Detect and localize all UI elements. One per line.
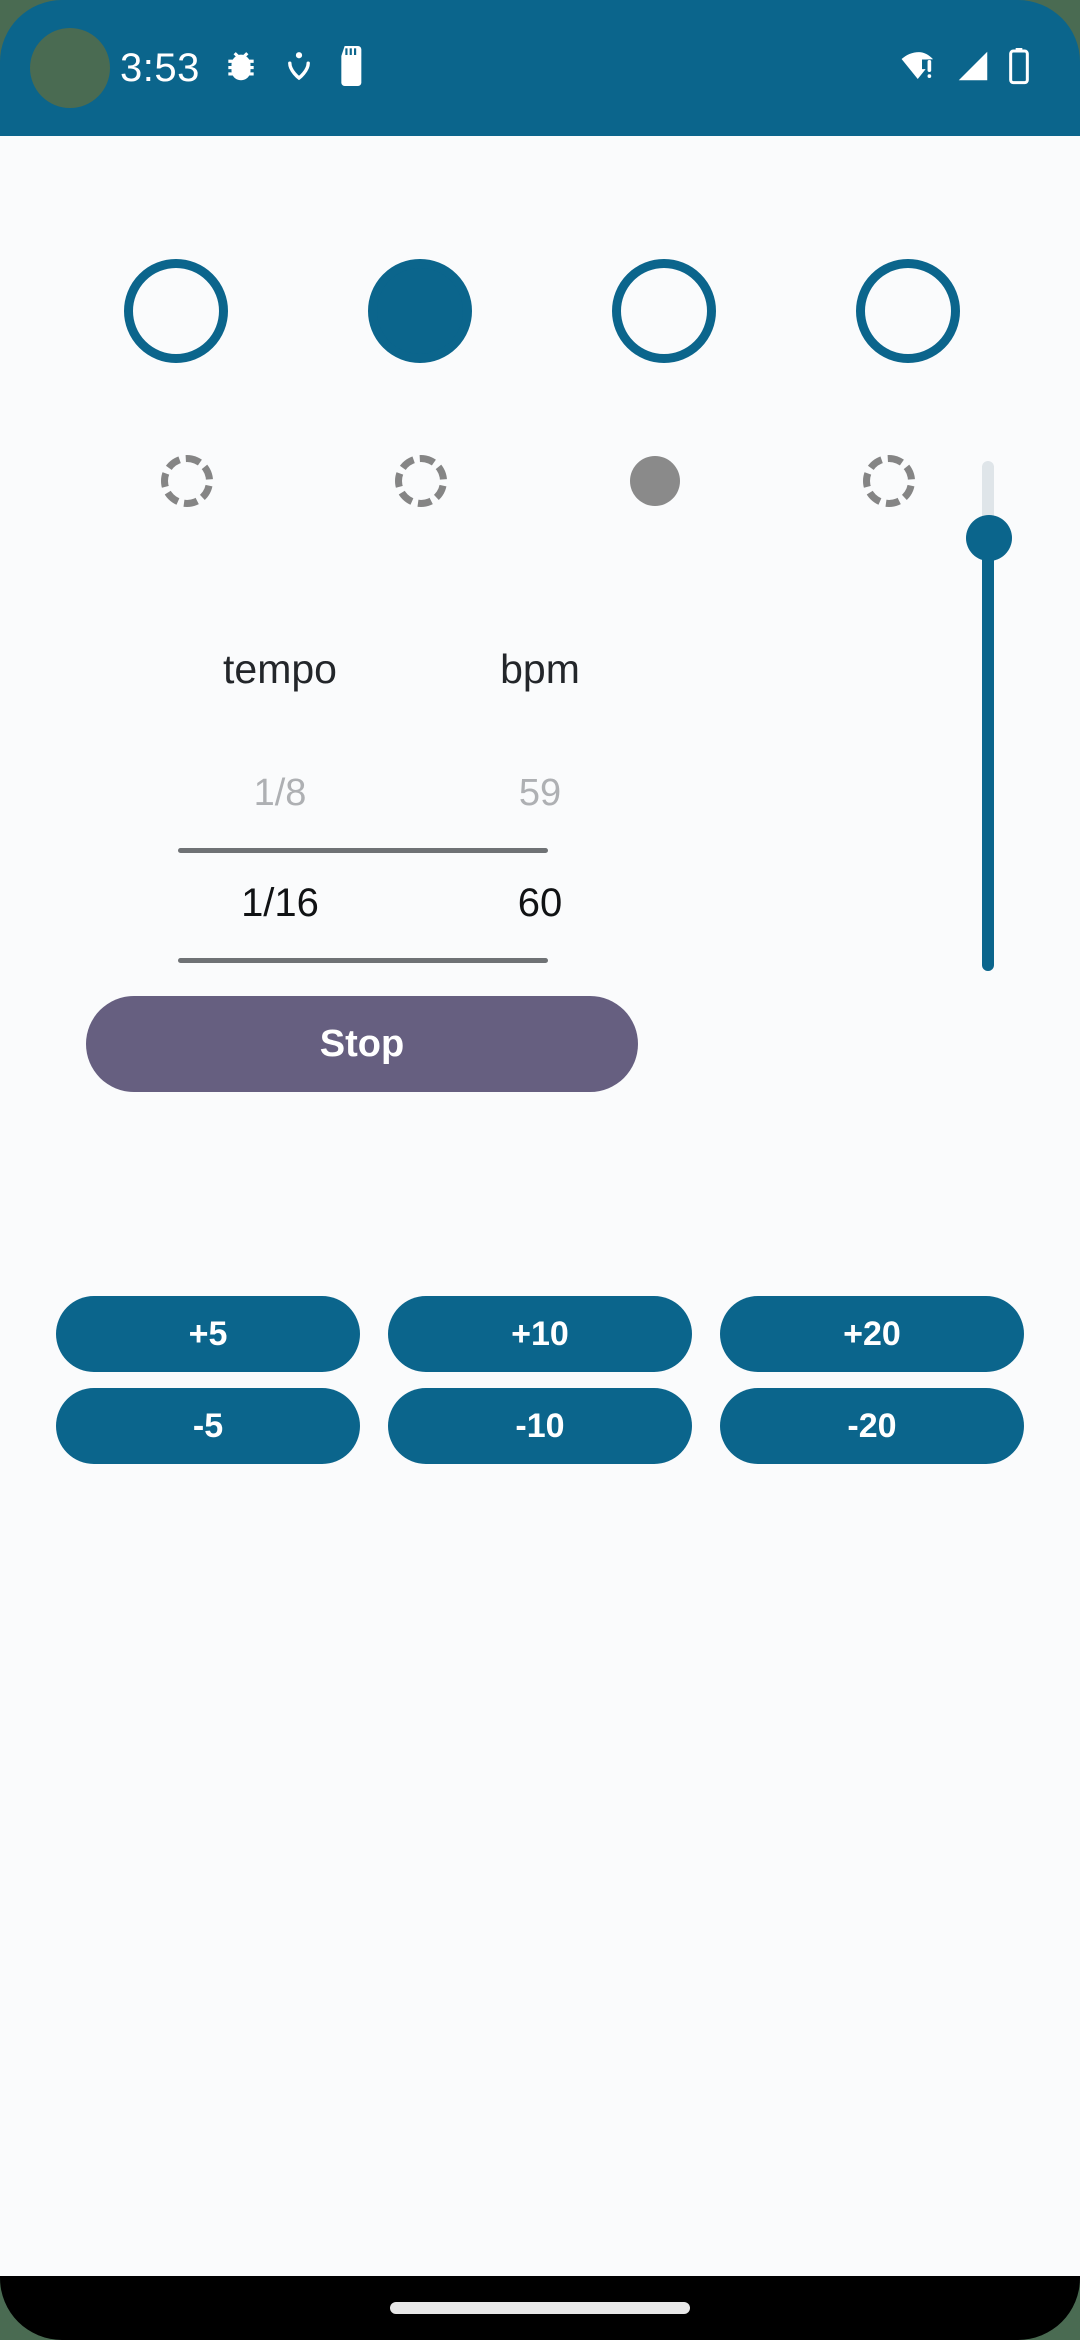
sd-card-icon — [338, 45, 368, 91]
picker-row-above[interactable]: 1/8 59 — [150, 738, 670, 848]
subbeat-circle-4[interactable] — [863, 455, 915, 507]
subbeat-slot-2[interactable] — [304, 455, 538, 507]
tempo-value-above[interactable]: 1/8 — [150, 772, 410, 815]
beat-slot-3[interactable] — [542, 259, 786, 363]
battery-icon — [1006, 46, 1032, 91]
picker-divider-top — [178, 848, 548, 853]
subbeat-circle-2[interactable] — [395, 455, 447, 507]
bpm-minus-10-button[interactable]: -10 — [388, 1388, 692, 1464]
subbeat-circle-1[interactable] — [161, 455, 213, 507]
beat-circle-3[interactable] — [612, 259, 716, 363]
volume-slider[interactable] — [956, 461, 1016, 971]
picker-row-selected[interactable]: 1/16 60 — [150, 848, 670, 958]
metronome-app-body: tempo bpm 1/8 59 1/16 60 61 — [0, 136, 1080, 2276]
status-bar-right-group — [898, 46, 1032, 91]
status-bar: 3:53 — [0, 0, 1080, 136]
bpm-adjust-grid: +5 +10 +20 -5 -10 -20 — [56, 1296, 1024, 1464]
slider-thumb[interactable] — [966, 515, 1012, 561]
heart-pulse-icon — [282, 47, 316, 90]
bpm-value-selected[interactable]: 60 — [410, 881, 670, 926]
bpm-decrease-row: -5 -10 -20 — [56, 1388, 1024, 1464]
beat-circle-2[interactable] — [368, 259, 472, 363]
beat-circle-4[interactable] — [856, 259, 960, 363]
subdivision-indicator-row — [0, 436, 1080, 526]
bpm-plus-20-button[interactable]: +20 — [720, 1296, 1024, 1372]
phone-screen: 3:53 tempo bpm 1/8 59 1/16 60 Stop +5 +1… — [0, 0, 1080, 2340]
bpm-increase-row: +5 +10 +20 — [56, 1296, 1024, 1372]
picker-header-bpm: bpm — [500, 646, 580, 692]
beat-slot-2[interactable] — [298, 259, 542, 363]
subbeat-slot-3[interactable] — [538, 456, 772, 506]
status-bar-left-group: 3:53 — [120, 45, 368, 91]
bpm-plus-5-button[interactable]: +5 — [56, 1296, 360, 1372]
bpm-plus-10-button[interactable]: +10 — [388, 1296, 692, 1372]
picker-header-tempo: tempo — [223, 646, 337, 692]
bug-icon — [222, 47, 260, 90]
wifi-alert-icon — [898, 47, 940, 90]
picker-divider-bottom — [178, 958, 548, 963]
subbeat-slot-1[interactable] — [70, 455, 304, 507]
camera-punch-hole — [30, 28, 110, 108]
beat-slot-1[interactable] — [54, 259, 298, 363]
system-navigation-bar — [0, 2276, 1080, 2340]
tempo-value-selected[interactable]: 1/16 — [150, 881, 410, 926]
cell-signal-icon — [954, 47, 992, 90]
beat-slot-4[interactable] — [786, 259, 1030, 363]
status-bar-clock: 3:53 — [120, 46, 200, 90]
subbeat-circle-3[interactable] — [630, 456, 680, 506]
beat-circle-1[interactable] — [124, 259, 228, 363]
beat-indicator-row — [0, 246, 1080, 376]
slider-fill — [982, 539, 994, 971]
home-indicator[interactable] — [390, 2302, 690, 2314]
bpm-minus-20-button[interactable]: -20 — [720, 1388, 1024, 1464]
stop-button[interactable]: Stop — [86, 996, 638, 1092]
picker-headers: tempo bpm — [150, 646, 670, 738]
bpm-minus-5-button[interactable]: -5 — [56, 1388, 360, 1464]
bpm-value-above[interactable]: 59 — [410, 772, 670, 815]
